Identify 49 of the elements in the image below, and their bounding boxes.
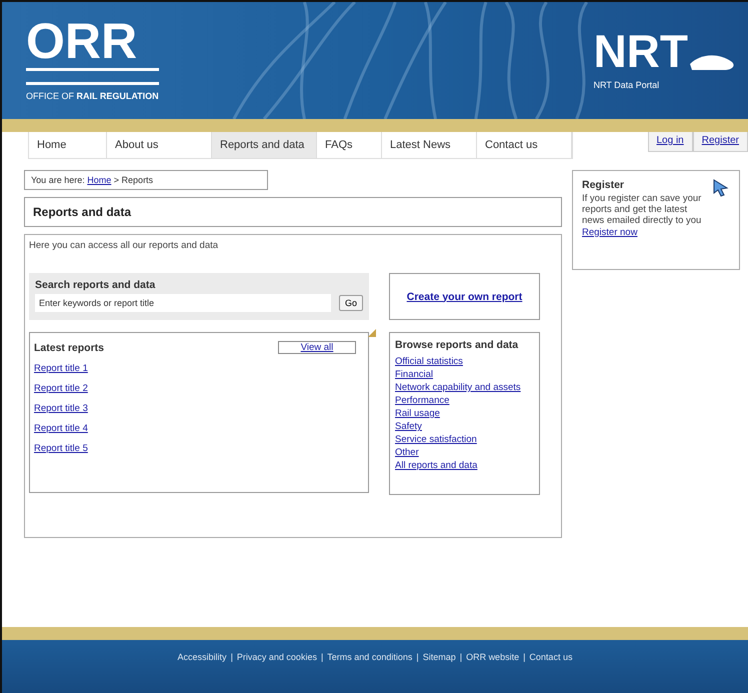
footer-link[interactable]: Terms and conditions — [327, 652, 412, 693]
category-link[interactable]: Rail usage — [395, 408, 440, 419]
org-name: OFFICE OF RAIL REGULATION — [26, 91, 159, 101]
breadcrumb-link[interactable]: Home — [87, 175, 112, 185]
corner-icon — [368, 329, 376, 337]
category-link[interactable]: Service satisfaction — [395, 434, 477, 445]
nrt-logo: NRT — [593, 28, 688, 74]
separator: | — [416, 652, 419, 664]
logo-bars-icon — [26, 68, 159, 85]
view-all-link[interactable]: View all — [278, 341, 356, 354]
separator: | — [230, 652, 233, 664]
footer-link[interactable]: ORR website — [466, 652, 520, 693]
report-link[interactable]: Report title 3 — [34, 403, 88, 414]
nav-tab[interactable]: Reports and data — [212, 132, 317, 158]
go-button[interactable]: Go — [338, 295, 363, 311]
separator: | — [523, 652, 526, 664]
footer-link[interactable]: Accessibility — [178, 652, 227, 693]
footer-link[interactable]: Privacy and cookies — [236, 652, 317, 693]
account-link[interactable]: Log in — [648, 132, 693, 152]
report-link[interactable]: Report title 1 — [34, 363, 88, 374]
separator: | — [320, 652, 324, 664]
search-title: Search reports and data — [35, 279, 156, 291]
breadcrumb: You are here: Home > Reports — [24, 170, 268, 190]
category-link[interactable]: Official statistics — [395, 356, 463, 367]
register-text: If you register can save your reports and get the latest news emailed directly to you — [582, 194, 702, 227]
report-link[interactable]: Report title 2 — [34, 383, 88, 394]
footer-link[interactable]: Sitemap — [422, 652, 456, 693]
browse-title: Browse reports and data — [395, 339, 520, 351]
intro-text: Here you can access all our reports and data — [29, 240, 220, 251]
portal-name: NRT Data Portal — [593, 80, 660, 90]
category-link[interactable]: Performance — [395, 395, 450, 406]
create-report-link[interactable]: Create your own report — [406, 290, 522, 302]
report-link[interactable]: Report title 5 — [34, 443, 88, 454]
separator: | — [460, 652, 462, 664]
search-field[interactable]: Enter keywords or report title — [35, 294, 331, 312]
category-link[interactable]: Network capability and assets — [395, 382, 521, 393]
register-link[interactable]: Register now — [582, 226, 638, 238]
category-link[interactable]: Financial — [395, 369, 434, 380]
category-link[interactable]: Safety — [395, 421, 422, 432]
report-link[interactable]: Report title 4 — [34, 423, 88, 434]
cursor-icon — [713, 179, 729, 197]
account-link[interactable]: Register — [692, 132, 748, 152]
category-link[interactable]: Other — [395, 447, 419, 458]
latest-title: Latest reports — [34, 342, 104, 354]
footer-link[interactable]: Contact us — [529, 652, 572, 693]
orr-logo: ORR — [26, 16, 138, 66]
register-title: Register — [582, 179, 624, 191]
page-title: Reports and data — [33, 205, 132, 219]
category-link[interactable]: All reports and data — [395, 460, 478, 471]
